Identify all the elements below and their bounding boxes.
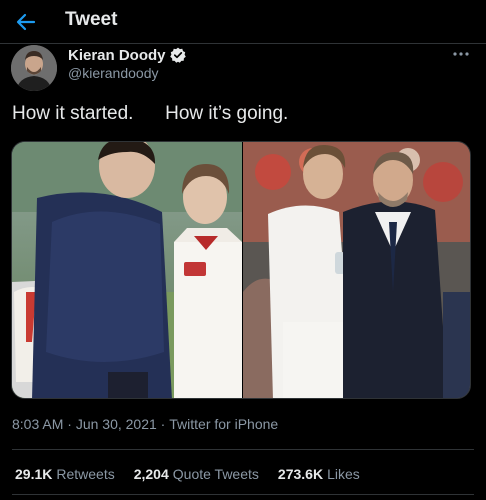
- quote-tweets-label: Quote Tweets: [172, 466, 259, 482]
- author-handle[interactable]: @kierandoody: [68, 65, 159, 81]
- back-button[interactable]: [12, 8, 40, 36]
- likes-stat[interactable]: 273.6K Likes: [278, 466, 360, 482]
- england-football-players-photo: [243, 142, 470, 398]
- media-image-left[interactable]: [12, 142, 242, 398]
- quote-tweets-stat[interactable]: 2,204 Quote Tweets: [134, 466, 259, 482]
- tweet-date: Jun 30, 2021: [75, 416, 157, 432]
- engagement-stats: 29.1K Retweets 2,204 Quote Tweets 273.6K…: [15, 466, 379, 482]
- quote-tweets-count: 2,204: [133, 466, 169, 482]
- retweets-label: Retweets: [56, 466, 115, 482]
- separator-dot: ·: [63, 416, 76, 432]
- retweets-count: 29.1K: [15, 466, 53, 482]
- arrow-left-icon: [16, 13, 36, 31]
- divider: [12, 449, 474, 450]
- tweet-source-link[interactable]: Twitter for iPhone: [169, 416, 278, 432]
- tweet-time: 8:03 AM: [12, 416, 64, 432]
- more-dots-icon: [453, 52, 469, 56]
- media-image-right[interactable]: [243, 142, 470, 398]
- retweets-stat[interactable]: 29.1K Retweets: [15, 466, 115, 482]
- top-bar: Tweet: [0, 0, 486, 44]
- more-options-button[interactable]: [448, 45, 474, 63]
- divider: [12, 494, 474, 495]
- likes-count: 273.6K: [277, 466, 324, 482]
- author-name-row: Kieran Doody: [68, 46, 186, 64]
- separator-dot: ·: [156, 416, 170, 432]
- tweet-text: How it started. How it’s going.: [12, 103, 289, 124]
- tweet-media[interactable]: [11, 141, 471, 399]
- page-title: Tweet: [65, 9, 118, 30]
- author-name[interactable]: Kieran Doody: [68, 47, 166, 64]
- tweet-timestamp: 8:03 AM · Jun 30, 2021 · Twitter for iPh…: [12, 416, 278, 432]
- likes-label: Likes: [327, 466, 360, 482]
- avatar[interactable]: [11, 45, 57, 91]
- football-drama-scene-photo: [12, 142, 242, 398]
- avatar-photo: [11, 45, 57, 91]
- verified-badge-icon: [169, 47, 186, 63]
